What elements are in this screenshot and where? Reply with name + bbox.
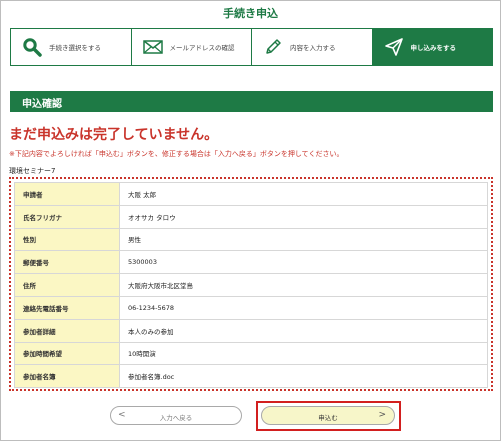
page-title: 手続き申込 bbox=[223, 7, 278, 20]
row-label: 連絡先電話番号 bbox=[14, 295, 120, 320]
row-value: 5300003 bbox=[119, 250, 488, 275]
row-label: 申請者 bbox=[14, 182, 120, 206]
back-to-input-button[interactable]: < 入力へ戻る bbox=[110, 406, 242, 425]
submit-button-label: 申込む bbox=[318, 414, 338, 422]
step-select-procedure: 手続き選択をする bbox=[11, 29, 132, 65]
table-row: 氏名フリガナ オオサカ タロウ bbox=[14, 204, 488, 229]
table-row: 参加時間希望 10時開演 bbox=[14, 341, 488, 366]
section-header: 申込確認 bbox=[10, 91, 493, 112]
row-label: 郵便番号 bbox=[14, 250, 120, 275]
table-row: 住所 大阪府大阪市北区堂島 bbox=[14, 273, 488, 297]
warning-note: ※下記内容でよろしければ「申込む」ボタンを、修正する場合は「入力へ戻る」ボタンを… bbox=[9, 150, 344, 158]
row-value: 06-1234-5678 bbox=[119, 295, 488, 320]
table-row: 参加者名簿 参加者名簿.doc bbox=[14, 364, 488, 389]
back-button-label: 入力へ戻る bbox=[159, 414, 193, 422]
row-value: 本人のみの参加 bbox=[119, 318, 488, 343]
step-label: 内容を入力する bbox=[290, 44, 336, 52]
table-row: 申請者 大阪 太郎 bbox=[14, 182, 488, 206]
row-value: 男性 bbox=[119, 227, 488, 252]
chevron-right-icon: > bbox=[378, 410, 386, 420]
confirmation-table-highlight: 申請者 大阪 太郎 氏名フリガナ オオサカ タロウ 性別 男性 郵便番号 530… bbox=[9, 177, 493, 391]
row-label: 参加者詳細 bbox=[14, 318, 120, 343]
row-label: 参加者名簿 bbox=[14, 364, 120, 389]
step-label: メールアドレスの確認 bbox=[169, 44, 235, 52]
row-value: 大阪 太郎 bbox=[119, 182, 488, 206]
step-label: 手続き選択をする bbox=[49, 44, 101, 52]
confirmation-table: 申請者 大阪 太郎 氏名フリガナ オオサカ タロウ 性別 男性 郵便番号 530… bbox=[14, 182, 488, 389]
event-name: 環境セミナー7 bbox=[9, 167, 56, 175]
table-row: 郵便番号 5300003 bbox=[14, 250, 488, 275]
table-row: 参加者詳細 本人のみの参加 bbox=[14, 318, 488, 343]
section-title: 申込確認 bbox=[22, 99, 62, 110]
row-label: 性別 bbox=[14, 227, 120, 252]
search-icon bbox=[21, 36, 43, 58]
row-value: オオサカ タロウ bbox=[119, 204, 488, 229]
row-label: 住所 bbox=[14, 273, 120, 297]
step-enter-details: 内容を入力する bbox=[252, 29, 373, 65]
send-icon bbox=[383, 36, 405, 58]
row-value: 大阪府大阪市北区堂島 bbox=[119, 273, 488, 297]
submit-button[interactable]: 申込む > bbox=[261, 406, 395, 425]
step-submit-application: 申し込みをする bbox=[372, 29, 492, 65]
row-value: 参加者名簿.doc bbox=[119, 364, 488, 389]
row-value: 10時開演 bbox=[119, 341, 488, 366]
row-label: 参加時間希望 bbox=[14, 341, 120, 366]
pencil-icon bbox=[262, 36, 284, 58]
warning-title: まだ申込みは完了していません。 bbox=[9, 127, 219, 143]
step-label: 申し込みをする bbox=[410, 44, 457, 52]
row-label: 氏名フリガナ bbox=[14, 204, 120, 229]
mail-icon bbox=[142, 36, 164, 58]
step-email-confirm: メールアドレスの確認 bbox=[131, 29, 252, 65]
progress-steps: 手続き選択をする メールアドレスの確認 内容を入力する 申し込みをする bbox=[10, 28, 493, 66]
table-row: 性別 男性 bbox=[14, 227, 488, 252]
table-row: 連絡先電話番号 06-1234-5678 bbox=[14, 295, 488, 320]
